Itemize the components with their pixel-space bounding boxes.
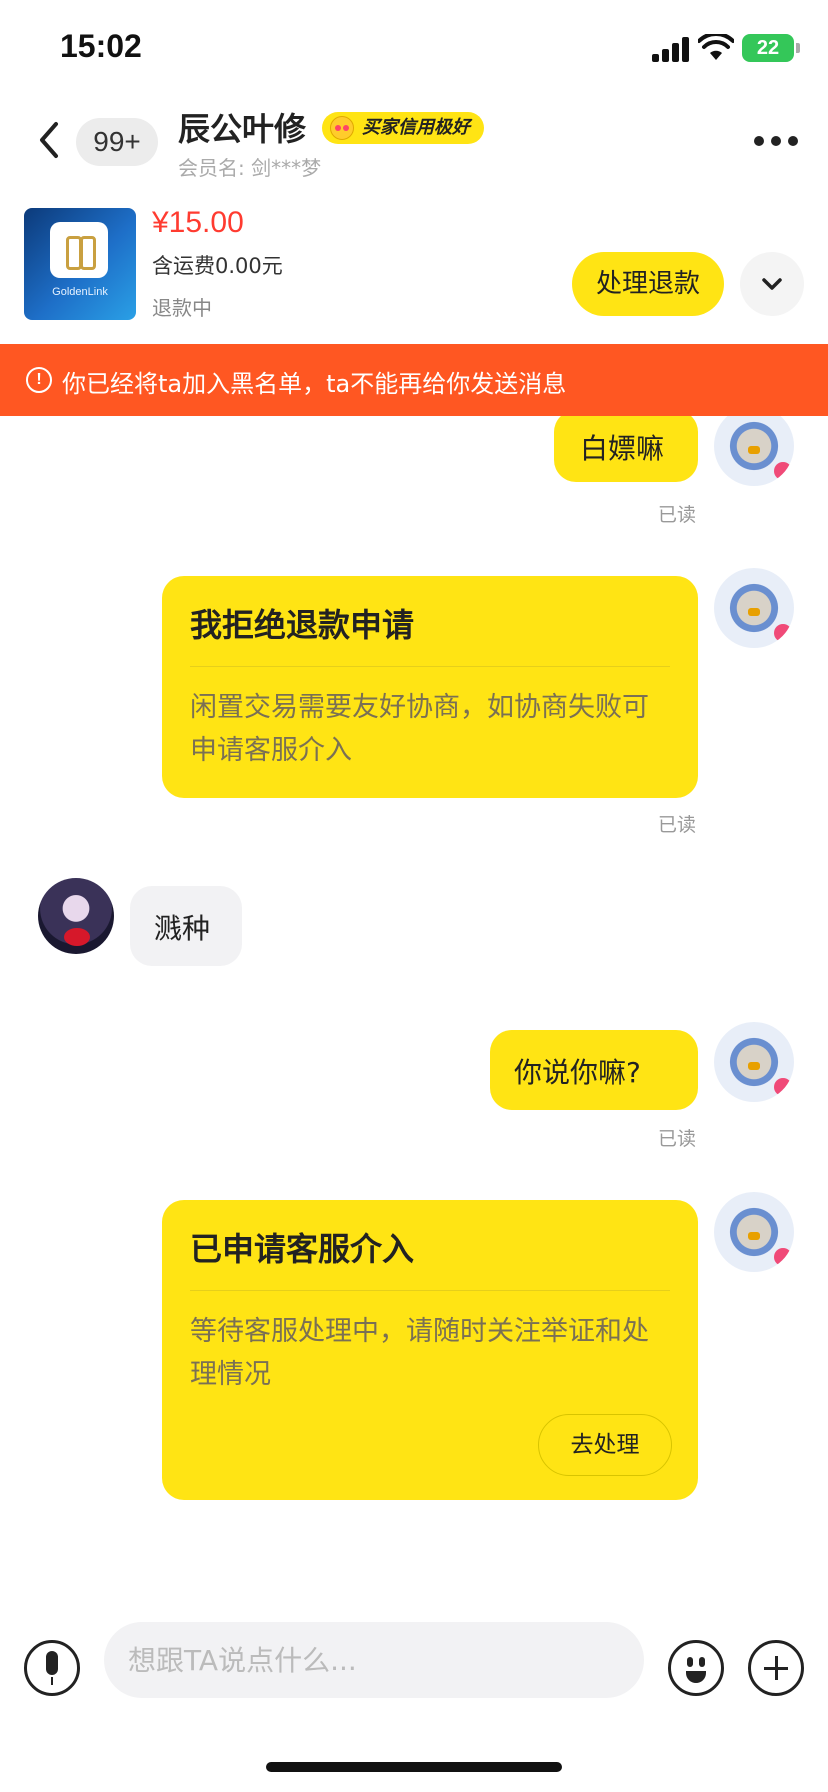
order-status: 退款中 xyxy=(152,296,212,320)
seller-avatar[interactable] xyxy=(714,568,794,648)
card-divider xyxy=(190,666,670,667)
chat-header: 99+ 辰公叶修 买家信用极好 会员名: 剑***梦 xyxy=(0,100,828,200)
more-icon[interactable] xyxy=(754,136,798,148)
seller-avatar[interactable] xyxy=(714,1022,794,1102)
message-text: 溅种 xyxy=(154,912,211,945)
signal-icon xyxy=(652,36,692,62)
home-indicator[interactable] xyxy=(266,1762,562,1772)
message-input[interactable] xyxy=(104,1622,644,1698)
plus-icon[interactable] xyxy=(748,1640,804,1696)
product-price: ¥15.00 xyxy=(152,206,244,239)
chat-messages[interactable]: 白嫖嘛 已读 我拒绝退款申请 闲置交易需要友好协商，如协商失败可申请客服介入 已… xyxy=(0,416,828,1606)
shipping-fee: 含运费0.00元 xyxy=(152,254,283,278)
message-input-bar xyxy=(0,1606,828,1716)
blacklist-warning-banner: ! 你已经将ta加入黑名单，ta不能再给你发送消息 xyxy=(0,344,828,416)
seller-avatar[interactable] xyxy=(714,416,794,486)
credit-badge-label: 买家信用极好 xyxy=(362,117,470,138)
seller-avatar[interactable] xyxy=(714,1192,794,1272)
warning-text: 你已经将ta加入黑名单，ta不能再给你发送消息 xyxy=(62,370,567,398)
microphone-icon[interactable] xyxy=(24,1640,80,1696)
customer-service-card[interactable]: 已申请客服介入 等待客服处理中，请随时关注举证和处理情况 去处理 xyxy=(162,1200,698,1500)
contact-name[interactable]: 辰公叶修 xyxy=(178,104,306,150)
card-title: 我拒绝退款申请 xyxy=(190,606,415,644)
read-receipt: 已读 xyxy=(658,1128,697,1150)
emoji-icon[interactable] xyxy=(668,1640,724,1696)
chevron-down-icon[interactable] xyxy=(740,252,804,316)
unread-count-badge[interactable]: 99+ xyxy=(76,118,158,166)
credit-badge: 买家信用极好 xyxy=(322,112,484,144)
member-name: 会员名: 剑***梦 xyxy=(178,156,322,180)
go-handle-button[interactable]: 去处理 xyxy=(538,1414,672,1476)
heart-eyes-icon xyxy=(330,116,354,140)
message-text: 你说你嘛? xyxy=(514,1056,641,1089)
emoji-mouth xyxy=(686,1671,706,1683)
battery-icon: 22 xyxy=(742,34,800,62)
status-bar: 15:02 22 xyxy=(0,0,828,100)
card-body: 等待客服处理中，请随时关注举证和处理情况 xyxy=(190,1316,649,1390)
read-receipt: 已读 xyxy=(658,814,697,836)
message-text: 白嫖嘛 xyxy=(580,432,665,465)
product-thumbnail[interactable]: GoldenLink xyxy=(24,208,136,320)
message-bubble[interactable]: 你说你嘛? xyxy=(490,1030,698,1110)
handle-refund-button[interactable]: 处理退款 xyxy=(572,252,724,316)
read-receipt: 已读 xyxy=(658,504,697,526)
card-body: 闲置交易需要友好协商，如协商失败可申请客服介入 xyxy=(190,692,649,766)
buyer-avatar[interactable] xyxy=(38,878,114,954)
status-time: 15:02 xyxy=(60,28,142,64)
product-card[interactable]: GoldenLink ¥15.00 含运费0.00元 退款中 处理退款 xyxy=(0,200,828,340)
card-divider xyxy=(190,1290,670,1291)
message-bubble[interactable]: 溅种 xyxy=(130,886,242,966)
warning-icon: ! xyxy=(26,367,52,393)
wifi-icon xyxy=(698,34,734,60)
back-icon[interactable] xyxy=(30,118,70,162)
message-bubble[interactable]: 白嫖嘛 xyxy=(554,416,698,482)
refund-refusal-card[interactable]: 我拒绝退款申请 闲置交易需要友好协商，如协商失败可申请客服介入 xyxy=(162,576,698,798)
goldenlink-logo xyxy=(50,222,108,278)
card-title: 已申请客服介入 xyxy=(190,1230,415,1268)
thumbnail-brand: GoldenLink xyxy=(52,286,108,298)
